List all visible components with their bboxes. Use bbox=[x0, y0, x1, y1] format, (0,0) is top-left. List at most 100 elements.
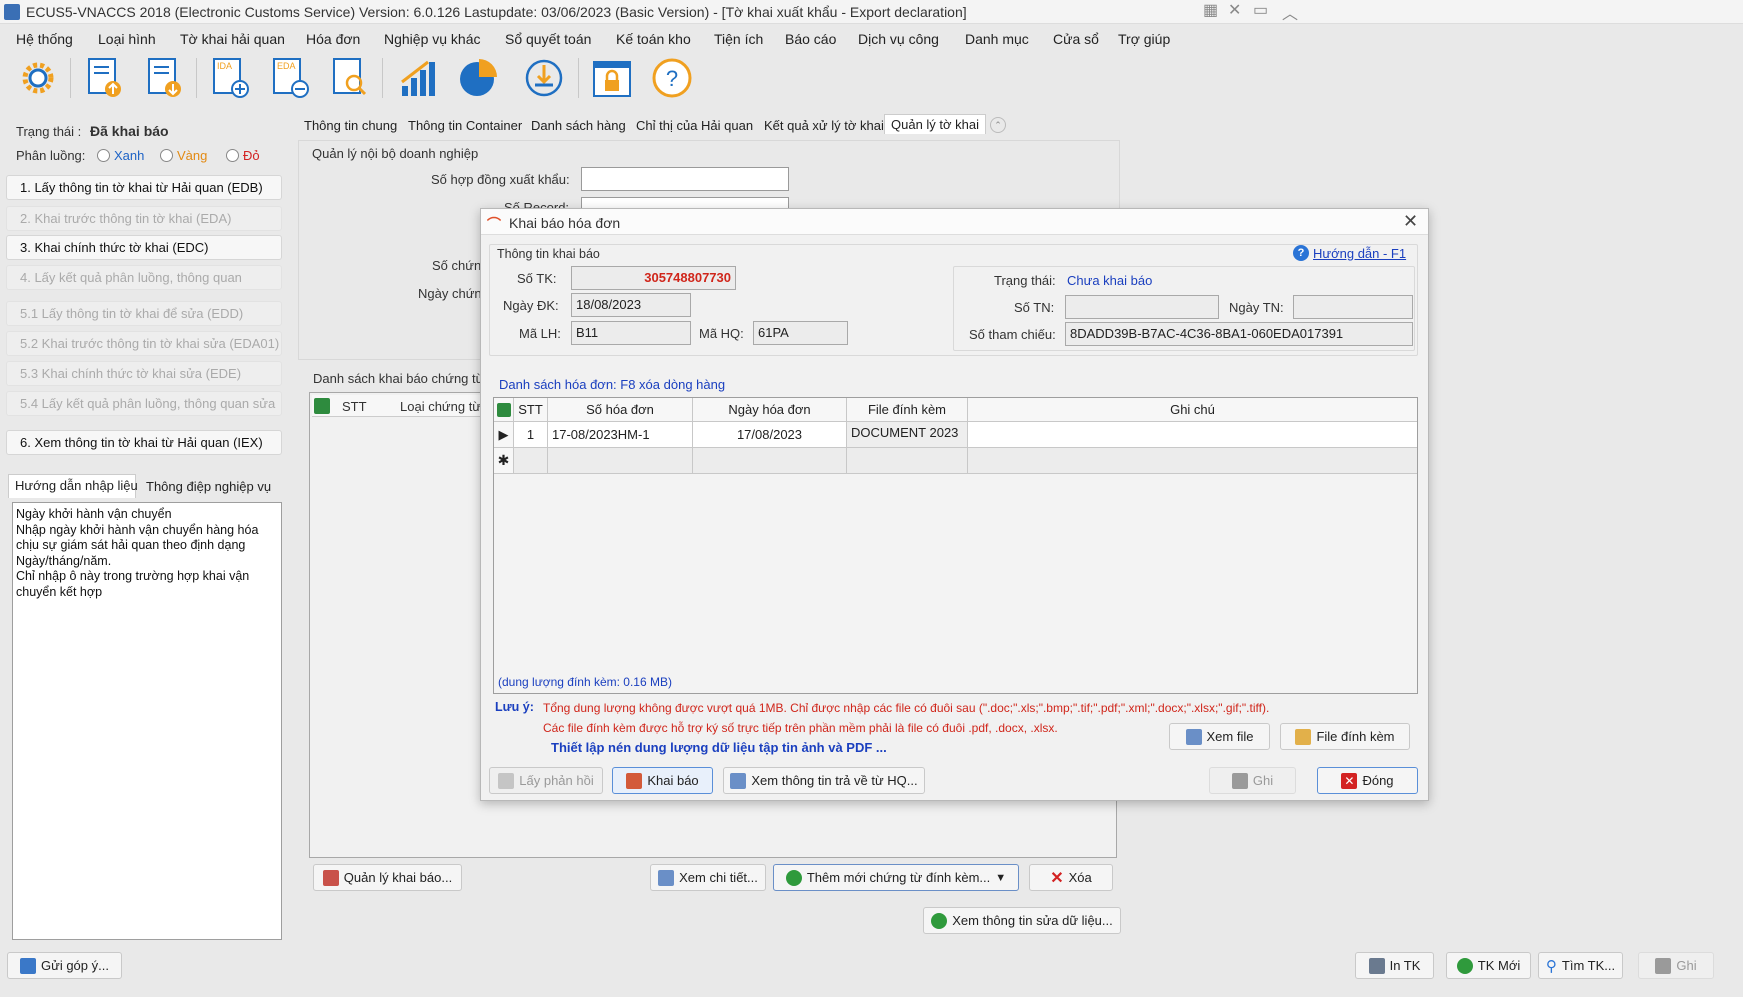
tab-processing-result[interactable]: Kết quả xử lý tờ khai bbox=[764, 118, 884, 133]
step-edd-button[interactable]: 5.1 Lấy thông tin tờ khai để sửa (EDD) bbox=[6, 301, 282, 326]
so-tk-field[interactable]: 305748807730 bbox=[571, 266, 736, 290]
help-icon[interactable]: ? bbox=[650, 56, 694, 100]
menu-dich-vu-cong[interactable]: Dịch vụ công bbox=[858, 31, 939, 47]
tab-general-info[interactable]: Thông tin chung bbox=[304, 118, 397, 133]
flow-green-radio[interactable]: Xanh bbox=[97, 148, 144, 163]
compress-settings-link[interactable]: Thiết lập nén dung lượng dữ liệu tập tin… bbox=[551, 740, 887, 755]
excel-icon[interactable] bbox=[314, 398, 330, 414]
settings-gear-icon[interactable] bbox=[16, 56, 60, 100]
ma-hq-field[interactable]: 61PA bbox=[753, 321, 848, 345]
menu-he-thong[interactable]: Hệ thống bbox=[16, 31, 73, 47]
col-note[interactable]: Ghi chú bbox=[968, 398, 1417, 422]
find-label: Tìm TK... bbox=[1561, 958, 1616, 973]
tab-declaration-management[interactable]: Quản lý tờ khai bbox=[884, 114, 987, 134]
restore-icon[interactable]: ▭ bbox=[1253, 0, 1268, 20]
grid-excel-icon[interactable] bbox=[496, 402, 511, 417]
collapse-up-icon[interactable]: ⌃ bbox=[990, 117, 1006, 133]
search-document-icon[interactable] bbox=[328, 56, 372, 100]
new-row-invoice-number[interactable] bbox=[548, 448, 693, 474]
get-response-button[interactable]: Lấy phản hồi bbox=[489, 767, 603, 794]
close-dialog-button[interactable]: ✕ Đóng bbox=[1317, 767, 1418, 794]
view-edit-data-button[interactable]: Xem thông tin sửa dữ liệu... bbox=[923, 907, 1121, 934]
declaration-upload-icon[interactable] bbox=[82, 56, 126, 100]
step-result-edit-button[interactable]: 5.4 Lấy kết quả phân luồng, thông quan s… bbox=[6, 391, 282, 416]
download-circle-icon[interactable] bbox=[522, 56, 566, 100]
tab-container-info[interactable]: Thông tin Container bbox=[408, 118, 522, 133]
view-file-button[interactable]: Xem file bbox=[1169, 723, 1270, 750]
menu-nghiep-vu-khac[interactable]: Nghiệp vụ khác bbox=[384, 31, 481, 47]
attach-file-button[interactable]: File đính kèm bbox=[1280, 723, 1410, 750]
pie-chart-icon[interactable] bbox=[456, 56, 500, 100]
ngay-tn-field[interactable] bbox=[1293, 295, 1413, 319]
view-detail-button[interactable]: Xem chi tiết... bbox=[650, 864, 766, 891]
tab-business-message[interactable]: Thông điệp nghiệp vụ bbox=[140, 476, 277, 497]
menu-so-quyet-toan[interactable]: Sổ quyết toán bbox=[505, 31, 591, 47]
table-row-invoice-number[interactable]: 17-08/2023HM-1 bbox=[548, 422, 693, 448]
new-row-invoice-date[interactable] bbox=[693, 448, 847, 474]
table-row-invoice-date[interactable]: 17/08/2023 bbox=[693, 422, 847, 448]
save-button-dialog[interactable]: Ghi bbox=[1209, 767, 1296, 794]
step-result-button[interactable]: 4. Lấy kết quả phân luồng, thông quan bbox=[6, 265, 282, 290]
new-row-note[interactable] bbox=[968, 448, 1417, 474]
col-invoice-date[interactable]: Ngày hóa đơn bbox=[693, 398, 847, 422]
menu-to-khai-hai-quan[interactable]: Tờ khai hải quan bbox=[180, 31, 285, 47]
bar-chart-icon[interactable] bbox=[396, 56, 440, 100]
col-attachment[interactable]: File đính kèm bbox=[847, 398, 968, 422]
menu-tro-giup[interactable]: Trợ giúp bbox=[1118, 31, 1170, 47]
step-ede-button[interactable]: 5.3 Khai chính thức tờ khai sửa (EDE) bbox=[6, 361, 282, 386]
tab-customs-instruction[interactable]: Chỉ thị của Hải quan bbox=[636, 118, 753, 133]
menu-tien-ich[interactable]: Tiện ích bbox=[714, 31, 763, 47]
table-row-note[interactable] bbox=[968, 422, 1417, 448]
feedback-button[interactable]: Gửi góp ý... bbox=[7, 952, 122, 979]
chevron-up-icon[interactable]: ︿ bbox=[1282, 0, 1298, 24]
declare-button[interactable]: Khai báo bbox=[612, 767, 713, 794]
tab-goods-list[interactable]: Danh sách hàng bbox=[531, 118, 626, 133]
step-iex-button[interactable]: 6. Xem thông tin tờ khai từ Hải quan (IE… bbox=[6, 430, 282, 455]
menu-ke-toan-kho[interactable]: Kế toán kho bbox=[616, 31, 691, 47]
tab-input-guide[interactable]: Hướng dẫn nhập liệu bbox=[8, 474, 138, 498]
dialog-title: Khai báo hóa đơn bbox=[509, 215, 621, 231]
menu-loai-hinh[interactable]: Loại hình bbox=[98, 31, 156, 47]
dialog-close-icon[interactable]: ✕ bbox=[1403, 211, 1418, 232]
so-tham-chieu-field[interactable]: 8DADD39B-B7AC-4C36-8BA1-060EDA017391 bbox=[1065, 322, 1413, 346]
eda-remove-icon[interactable]: EDA bbox=[268, 56, 312, 100]
view-returned-info-button[interactable]: Xem thông tin trả về từ HQ... bbox=[723, 767, 925, 794]
ma-lh-field[interactable]: B11 bbox=[571, 321, 691, 345]
step-eda-button[interactable]: 2. Khai trước thông tin tờ khai (EDA) bbox=[6, 206, 282, 231]
row-selector-icon[interactable]: ▶ bbox=[494, 422, 514, 448]
delete-button[interactable]: ✕ Xóa bbox=[1029, 864, 1113, 891]
col-stt[interactable]: STT bbox=[514, 398, 548, 422]
menu-bao-cao[interactable]: Báo cáo bbox=[785, 31, 836, 47]
flow-red-radio[interactable]: Đỏ bbox=[226, 148, 260, 163]
flow-yellow-radio[interactable]: Vàng bbox=[160, 148, 207, 163]
new-row-stt[interactable] bbox=[514, 448, 548, 474]
help-f1-link-wrap[interactable]: ? Hướng dẫn - F1 bbox=[1293, 245, 1406, 261]
step-edb-button[interactable]: 1. Lấy thông tin tờ khai từ Hải quan (ED… bbox=[6, 175, 282, 200]
new-declaration-button[interactable]: TK Mới bbox=[1446, 952, 1531, 979]
save-button[interactable]: Ghi bbox=[1638, 952, 1714, 979]
ida-add-icon[interactable]: IDA bbox=[208, 56, 252, 100]
add-attachment-button[interactable]: Thêm mới chứng từ đính kèm... ▼ bbox=[773, 864, 1019, 891]
manage-declaration-button[interactable]: Quản lý khai báo... bbox=[313, 864, 462, 891]
step-eda01-button[interactable]: 5.2 Khai trước thông tin tờ khai sửa (ED… bbox=[6, 331, 282, 356]
grid-view-icon[interactable]: ▦ bbox=[1203, 0, 1218, 20]
so-tn-field[interactable] bbox=[1065, 295, 1219, 319]
print-declaration-button[interactable]: In TK bbox=[1355, 952, 1434, 979]
close-all-icon[interactable]: ✕ bbox=[1228, 0, 1241, 20]
lock-icon[interactable] bbox=[590, 56, 634, 100]
new-row-asterisk-icon[interactable]: ✱ bbox=[494, 448, 514, 474]
table-row-attachment[interactable]: DOCUMENT 2023 bbox=[847, 422, 968, 448]
menu-hoa-don[interactable]: Hóa đơn bbox=[306, 31, 360, 47]
table-row-stt[interactable]: 1 bbox=[514, 422, 548, 448]
menu-cua-so[interactable]: Cửa sổ bbox=[1053, 31, 1099, 47]
menu-danh-muc[interactable]: Danh mục bbox=[965, 31, 1029, 47]
delete-x-icon: ✕ bbox=[1050, 869, 1064, 887]
ngay-dk-field[interactable]: 18/08/2023 bbox=[571, 293, 691, 317]
contract-number-input[interactable] bbox=[581, 167, 789, 191]
help-f1-link[interactable]: Hướng dẫn - F1 bbox=[1313, 246, 1406, 261]
new-row-attachment[interactable] bbox=[847, 448, 968, 474]
col-invoice-number[interactable]: Số hóa đơn bbox=[548, 398, 693, 422]
find-declaration-button[interactable]: ⚲ Tìm TK... bbox=[1538, 952, 1623, 979]
declaration-download-icon[interactable] bbox=[142, 56, 186, 100]
step-edc-button[interactable]: 3. Khai chính thức tờ khai (EDC) bbox=[6, 235, 282, 260]
